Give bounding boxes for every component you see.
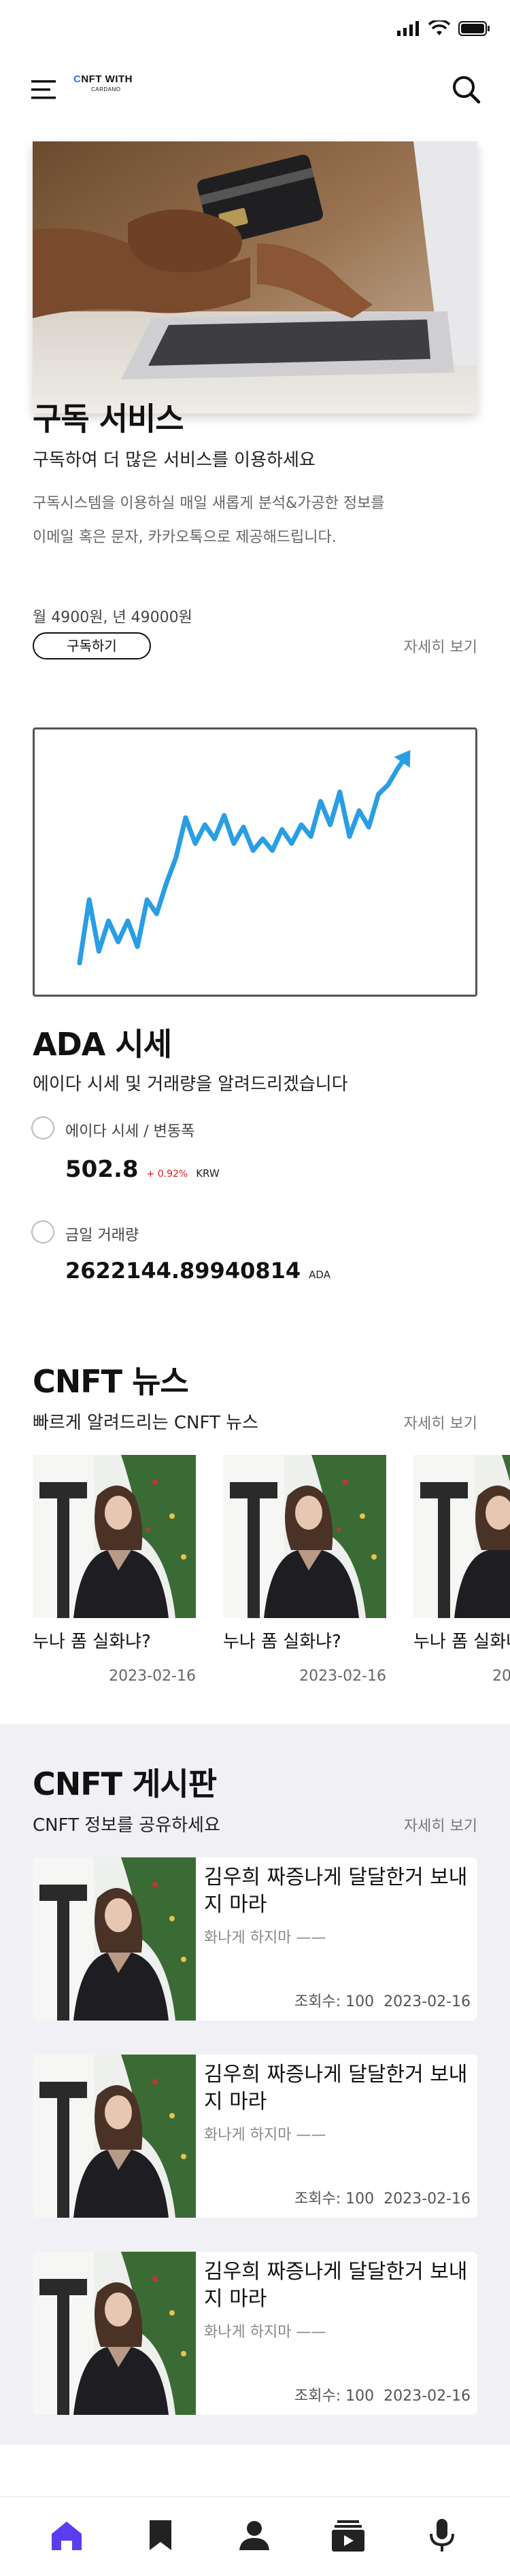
post-meta: 조회수: 100 2023-02-16 [294,2186,471,2208]
news-subtitle: 빠르게 알려드리는 CNFT 뉴스 [33,1413,258,1433]
bookmark-icon[interactable] [141,2516,180,2554]
logo-letter: C [73,73,82,85]
chart-plot [77,750,411,966]
volume-label: 금일 거래량 [65,1227,139,1244]
post-date: 2023-02-16 [384,2388,471,2405]
volume-row: 2622144.89940814 ADA [65,1258,330,1284]
board-subtitle: CNFT 정보를 공유하세요 [33,1815,220,1836]
post-title: 김우희 짜증나게 달달한거 보내지 마라 [204,1866,468,1917]
board-post[interactable]: 김우희 짜증나게 달달한거 보내지 마라 화나게 하지마 —— 조회수: 100… [33,1857,477,2021]
user-icon[interactable] [235,2516,273,2554]
ada-subtitle: 에이다 시세 및 거래량을 알려드리겠습니다 [33,1074,348,1095]
chart-series-line [77,752,410,966]
status-bar [0,0,510,61]
menu-icon[interactable] [30,75,60,105]
news-item-title: 누나 폼 실화냐? [33,1632,151,1652]
price-row: 502.8 + 0.92% KRW [65,1156,220,1183]
post-date: 2023-02-16 [384,1993,471,2010]
news-item-date: 2023-02-16 [299,1668,386,1685]
subscription-more-link[interactable]: 자세히 보기 [404,635,477,657]
subscription-desc-line1: 구독시스템을 이용하실 매일 새롭게 분석&가공한 정보를 [33,495,385,512]
hero-image [33,141,477,413]
price-value: 502.8 [65,1156,139,1183]
price-change: + 0.92% [146,1169,188,1180]
media-icon[interactable] [329,2516,367,2554]
board-title: CNFT 게시판 [33,1766,217,1802]
wifi-icon [428,20,450,35]
post-desc: 화나게 하지마 —— [204,2324,326,2341]
price-label: 에이다 시세 / 변동폭 [65,1123,195,1140]
post-desc: 화나게 하지마 —— [204,2127,326,2144]
news-item-date: 20 [492,1668,510,1685]
news-title: CNFT 뉴스 [33,1363,189,1400]
volume-unit: ADA [309,1269,330,1281]
signal-icon [397,21,419,36]
bottom-tab-bar [0,2496,510,2576]
board-more-link[interactable]: 자세히 보기 [404,1814,477,1836]
subscribe-button[interactable]: 구독하기 [33,632,151,659]
ada-price-chart [33,727,477,997]
price-unit: KRW [196,1167,220,1180]
post-meta: 조회수: 100 2023-02-16 [294,2384,471,2405]
post-views: 조회수: 100 [294,2191,375,2208]
news-card[interactable]: 누나 폼 실화냐? 20 [413,1455,510,1685]
search-icon[interactable] [450,73,483,106]
post-thumbnail [33,2055,196,2218]
post-views: 조회수: 100 [294,2388,375,2405]
post-thumbnail [33,1857,196,2021]
post-date: 2023-02-16 [384,2191,471,2208]
news-thumbnail [223,1455,386,1618]
news-card[interactable]: 누나 폼 실화냐? 2023-02-16 [223,1455,386,1685]
subscription-title: 구독 서비스 [33,400,184,437]
app-header: CNFT WITH CARDANO [0,61,510,143]
post-thumbnail [33,2252,196,2415]
news-thumbnail [413,1455,510,1618]
subscription-desc-line2: 이메일 혹은 문자, 카카오톡으로 제공해드립니다. [33,529,337,546]
post-desc: 화나게 하지마 —— [204,1929,326,1946]
home-icon[interactable] [48,2516,86,2554]
board-post[interactable]: 김우희 짜증나게 달달한거 보내지 마라 화나게 하지마 —— 조회수: 100… [33,2055,477,2218]
subscription-price: 월 4900원, 년 49000원 [33,609,192,626]
volume-radio[interactable] [31,1220,54,1243]
price-radio[interactable] [31,1116,54,1139]
news-thumbnail [33,1455,196,1618]
volume-value: 2622144.89940814 [65,1258,301,1284]
app-logo[interactable]: CNFT WITH CARDANO [73,73,155,106]
post-title: 김우희 짜증나게 달달한거 보내지 마라 [204,2063,468,2114]
subscription-subtitle: 구독하여 더 많은 서비스를 이용하세요 [33,450,316,470]
news-item-title: 누나 폼 실화냐? [413,1632,510,1652]
battery-icon [458,21,490,36]
logo-text: NFT WITH [81,73,133,85]
mic-icon[interactable] [423,2516,461,2554]
post-views: 조회수: 100 [294,1993,375,2010]
news-card[interactable]: 누나 폼 실화냐? 2023-02-16 [33,1455,196,1685]
post-meta: 조회수: 100 2023-02-16 [294,1989,471,2011]
post-title: 김우희 짜증나게 달달한거 보내지 마라 [204,2260,468,2311]
news-item-title: 누나 폼 실화냐? [223,1632,341,1652]
board-post[interactable]: 김우희 짜증나게 달달한거 보내지 마라 화나게 하지마 —— 조회수: 100… [33,2252,477,2415]
logo-subtext: CARDANO [91,86,121,92]
news-more-link[interactable]: 자세히 보기 [404,1411,477,1433]
ada-title: ADA 시세 [33,1026,172,1063]
news-item-date: 2023-02-16 [109,1668,196,1685]
